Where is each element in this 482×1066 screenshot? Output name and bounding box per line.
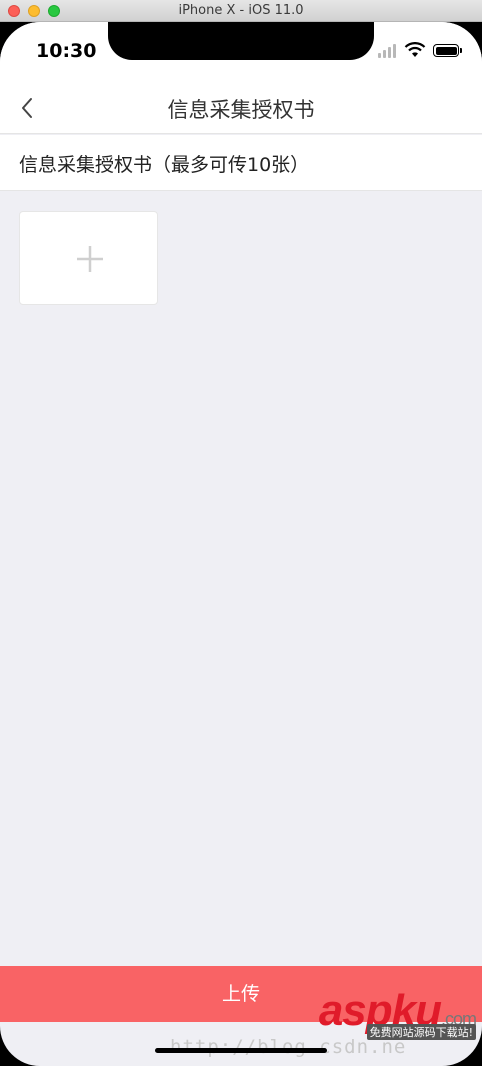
simulator-titlebar: iPhone X - iOS 11.0 [0, 0, 482, 22]
phone-frame: 10:30 信息采集授权书 信息采集授权书（最多可传10张） 上传 http:/… [0, 22, 482, 1066]
battery-icon [433, 44, 462, 57]
site-logo-tagline: 免费网站源码下载站! [366, 1024, 476, 1040]
add-photo-button[interactable] [19, 211, 158, 305]
home-indicator[interactable] [155, 1048, 327, 1053]
section-header-label: 信息采集授权书（最多可传10张） [19, 154, 310, 176]
notch [108, 22, 374, 60]
plus-icon [77, 246, 103, 272]
phone-screen: 10:30 信息采集授权书 信息采集授权书（最多可传10张） 上传 http:/… [0, 22, 482, 1066]
section-header: 信息采集授权书（最多可传10张） [0, 135, 482, 191]
window-title: iPhone X - iOS 11.0 [178, 3, 304, 18]
signal-icon [378, 44, 400, 58]
status-bar: 10:30 [0, 22, 482, 82]
status-time: 10:30 [36, 40, 97, 62]
page-title: 信息采集授权书 [167, 98, 315, 122]
wifi-icon [404, 42, 426, 57]
navigation-bar: 信息采集授权书 [0, 82, 482, 134]
